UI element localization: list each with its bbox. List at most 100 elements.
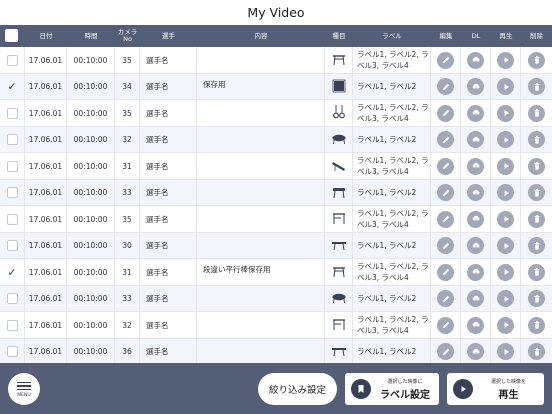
- trash-icon[interactable]: [528, 157, 545, 175]
- play-icon[interactable]: [497, 237, 514, 255]
- set-label-button[interactable]: 選択した映像に ラベル設定: [345, 373, 439, 405]
- play-selected-button[interactable]: 選択した映像を 再生: [447, 373, 544, 405]
- trash-icon[interactable]: [528, 104, 545, 122]
- row-checkbox[interactable]: [6, 346, 18, 358]
- filter-settings-button[interactable]: 絞り込み設定: [258, 373, 337, 405]
- trash-icon[interactable]: [528, 131, 545, 149]
- delete-cell: [521, 180, 552, 207]
- edit-pencil-icon[interactable]: [437, 131, 454, 149]
- table-row[interactable]: 17.06.01 00:10:00 35 選手名 ラベル1, ラベル2, ラベル…: [0, 206, 552, 233]
- row-select-cell[interactable]: [0, 206, 25, 233]
- col-time[interactable]: 時間: [67, 25, 115, 47]
- row-select-cell[interactable]: [0, 232, 25, 259]
- edit-pencil-icon[interactable]: [437, 290, 454, 308]
- checkmark-icon[interactable]: ✓: [7, 80, 16, 93]
- trash-icon[interactable]: [528, 316, 545, 334]
- row-checkbox[interactable]: [6, 107, 18, 119]
- row-select-cell[interactable]: [0, 179, 25, 206]
- table-row[interactable]: 17.06.01 00:10:00 32 選手名 ラベル1, ラベル2, ラベル…: [0, 312, 552, 339]
- cloud-download-icon[interactable]: [467, 343, 484, 361]
- play-icon[interactable]: [497, 290, 514, 308]
- cloud-download-icon[interactable]: [467, 157, 484, 175]
- edit-pencil-icon[interactable]: [437, 237, 454, 255]
- edit-pencil-icon[interactable]: [437, 184, 454, 202]
- play-icon[interactable]: [497, 263, 514, 281]
- trash-icon[interactable]: [528, 210, 545, 228]
- edit-pencil-icon[interactable]: [437, 157, 454, 175]
- table-row[interactable]: 17.06.01 00:10:00 35 選手名 ラベル1, ラベル2, ラベル…: [0, 47, 552, 74]
- play-icon[interactable]: [497, 343, 514, 361]
- edit-pencil-icon[interactable]: [437, 210, 454, 228]
- edit-pencil-icon[interactable]: [437, 78, 454, 96]
- row-select-cell[interactable]: [0, 47, 25, 74]
- row-checkbox[interactable]: [6, 187, 18, 199]
- row-checkbox[interactable]: [6, 213, 18, 225]
- table-row[interactable]: 17.06.01 00:10:00 35 選手名 ラベル1, ラベル2, ラベル…: [0, 100, 552, 127]
- select-all-checkbox[interactable]: [5, 29, 18, 42]
- row-checkbox[interactable]: [6, 240, 18, 252]
- edit-pencil-icon[interactable]: [437, 316, 454, 334]
- trash-icon[interactable]: [528, 78, 545, 96]
- play-icon[interactable]: [497, 51, 514, 69]
- table-row[interactable]: ✓ 17.06.01 00:10:00 31 選手名 段違い平行棒保存用 ラベル…: [0, 259, 552, 286]
- play-icon[interactable]: [497, 78, 514, 96]
- play-icon[interactable]: [497, 184, 514, 202]
- table-row[interactable]: 17.06.01 00:10:00 36 選手名 ラベル1, ラベル2: [0, 338, 552, 365]
- menu-button[interactable]: MENU: [8, 373, 40, 405]
- row-checkbox[interactable]: [6, 160, 18, 172]
- cloud-download-icon[interactable]: [467, 237, 484, 255]
- trash-icon[interactable]: [528, 290, 545, 308]
- cloud-download-icon[interactable]: [467, 184, 484, 202]
- trash-icon[interactable]: [528, 263, 545, 281]
- edit-pencil-icon[interactable]: [437, 104, 454, 122]
- trash-icon[interactable]: [528, 51, 545, 69]
- trash-icon[interactable]: [528, 184, 545, 202]
- cloud-download-icon[interactable]: [467, 51, 484, 69]
- row-select-cell[interactable]: [0, 126, 25, 153]
- play-icon[interactable]: [497, 131, 514, 149]
- table-row[interactable]: 17.06.01 00:10:00 32 選手名 ラベル1, ラベル2: [0, 126, 552, 153]
- cloud-download-icon[interactable]: [467, 263, 484, 281]
- cloud-download-icon[interactable]: [467, 316, 484, 334]
- row-select-cell[interactable]: [0, 312, 25, 339]
- edit-pencil-icon[interactable]: [437, 51, 454, 69]
- row-select-cell[interactable]: [0, 285, 25, 312]
- cloud-download-icon[interactable]: [467, 131, 484, 149]
- row-select-cell[interactable]: [0, 153, 25, 180]
- row-select-cell[interactable]: [0, 338, 25, 365]
- edit-pencil-icon[interactable]: [437, 343, 454, 361]
- play-icon[interactable]: [497, 316, 514, 334]
- date-cell: 17.06.01: [25, 232, 67, 259]
- edit-pencil-icon[interactable]: [437, 263, 454, 281]
- row-select-cell[interactable]: ✓: [0, 73, 25, 100]
- row-checkbox[interactable]: [6, 293, 18, 305]
- cloud-download-icon[interactable]: [467, 290, 484, 308]
- play-icon[interactable]: [497, 157, 514, 175]
- row-checkbox[interactable]: [6, 319, 18, 331]
- checkmark-icon[interactable]: ✓: [7, 266, 16, 279]
- play-icon[interactable]: [497, 210, 514, 228]
- col-athlete[interactable]: 選手: [140, 25, 197, 47]
- col-date[interactable]: 日付: [25, 25, 67, 47]
- row-select-cell[interactable]: ✓: [0, 259, 25, 286]
- col-content[interactable]: 内容: [197, 25, 325, 47]
- table-row[interactable]: ✓ 17.06.01 00:10:00 34 選手名 保存用 ラベル1, ラベル…: [0, 73, 552, 100]
- table-row[interactable]: 17.06.01 00:10:00 33 選手名 ラベル1, ラベル2: [0, 179, 552, 207]
- row-checkbox[interactable]: [6, 54, 18, 66]
- row-select-cell[interactable]: [0, 100, 25, 127]
- col-label[interactable]: ラベル: [353, 25, 431, 47]
- row-checkbox[interactable]: [6, 134, 18, 146]
- cloud-download-icon[interactable]: [467, 78, 484, 96]
- cloud-download-icon[interactable]: [467, 104, 484, 122]
- trash-icon[interactable]: [528, 237, 545, 255]
- cloud-download-icon[interactable]: [467, 210, 484, 228]
- delete-cell: [521, 153, 552, 180]
- col-camera[interactable]: カメラ No: [115, 25, 140, 47]
- table-row[interactable]: 17.06.01 00:10:00 33 選手名 ラベル1, ラベル2: [0, 285, 552, 312]
- event-cell: [325, 312, 353, 339]
- play-icon[interactable]: [497, 104, 514, 122]
- table-row[interactable]: 17.06.01 00:10:00 31 選手名 ラベル1, ラベル2, ラベル…: [0, 153, 552, 180]
- trash-icon[interactable]: [528, 343, 545, 361]
- col-event[interactable]: 種目: [325, 25, 353, 47]
- table-row[interactable]: 17.06.01 00:10:00 30 選手名 ラベル1, ラベル2: [0, 232, 552, 259]
